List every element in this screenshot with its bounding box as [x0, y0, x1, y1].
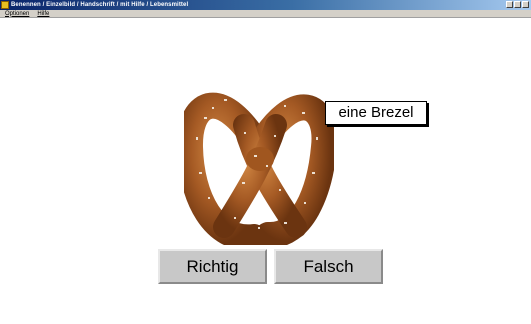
minimize-button[interactable] [506, 1, 513, 8]
menu-bar: Optionen Hilfe [0, 10, 531, 18]
falsch-button[interactable]: Falsch [274, 249, 383, 284]
window-controls [506, 1, 529, 8]
app-icon [1, 1, 9, 9]
menu-hilfe[interactable]: Hilfe [32, 10, 52, 18]
richtig-button[interactable]: Richtig [158, 249, 267, 284]
maximize-button[interactable] [514, 1, 521, 8]
window-title: Benennen / Einzelbild / Handschrift / mi… [11, 2, 189, 8]
title-bar[interactable]: Benennen / Einzelbild / Handschrift / mi… [0, 0, 531, 10]
close-button[interactable] [522, 1, 529, 8]
word-label: eine Brezel [325, 101, 427, 125]
menu-optionen[interactable]: Optionen [0, 10, 32, 18]
pretzel-image [184, 92, 334, 245]
